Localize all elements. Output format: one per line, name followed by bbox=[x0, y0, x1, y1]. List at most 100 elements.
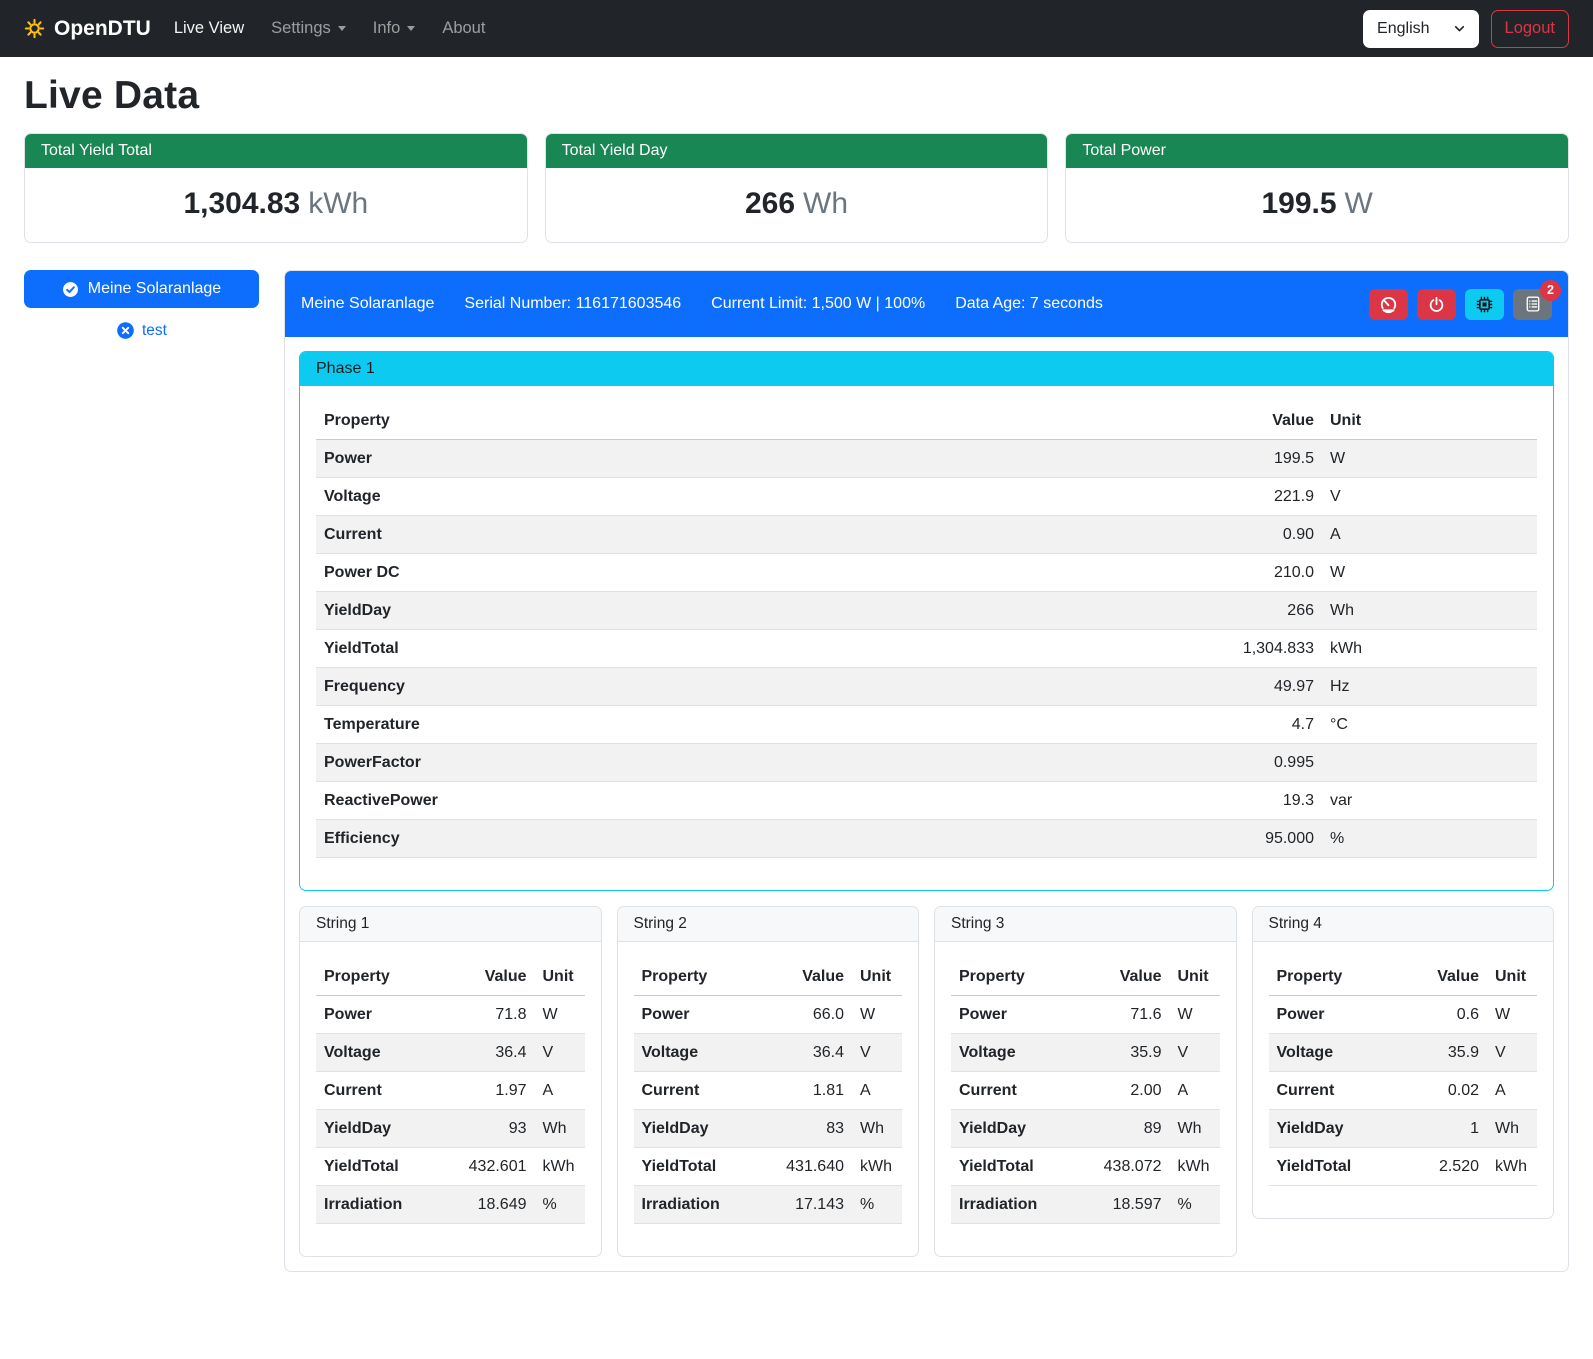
value-cell: 2.00 bbox=[1082, 1072, 1170, 1110]
property-cell: Power bbox=[634, 996, 765, 1034]
table-row: Power0.6W bbox=[1269, 996, 1538, 1034]
table-row: YieldTotal2.520kWh bbox=[1269, 1148, 1538, 1186]
column-value: Value bbox=[764, 958, 852, 996]
table-row: Temperature4.7°C bbox=[316, 706, 1537, 744]
table-header-row: Property Value Unit bbox=[634, 958, 903, 996]
navbar-right: English Logout bbox=[1363, 10, 1569, 48]
property-cell: Irradiation bbox=[316, 1186, 447, 1224]
string-2-table: Property Value Unit Power66.0W Voltage36… bbox=[634, 958, 903, 1224]
property-cell: YieldTotal bbox=[1269, 1148, 1400, 1186]
unit-cell: kWh bbox=[1487, 1148, 1537, 1186]
nav-item-about[interactable]: About bbox=[442, 19, 485, 38]
property-cell: Voltage bbox=[1269, 1034, 1400, 1072]
event-count-badge: 2 bbox=[1540, 280, 1561, 301]
card-value: 266Wh bbox=[546, 168, 1048, 242]
value-cell: 89 bbox=[1082, 1110, 1170, 1148]
value-number: 266 bbox=[745, 187, 795, 220]
property-cell: Power bbox=[951, 996, 1082, 1034]
unit-cell: A bbox=[1322, 516, 1537, 554]
value-cell: 4.7 bbox=[1202, 706, 1322, 744]
property-cell: Current bbox=[316, 516, 1202, 554]
property-cell: YieldDay bbox=[316, 1110, 447, 1148]
inverter-card: Meine Solaranlage Serial Number: 1161716… bbox=[284, 270, 1569, 1272]
value-cell: 210.0 bbox=[1202, 554, 1322, 592]
value-cell: 1.81 bbox=[764, 1072, 852, 1110]
value-cell: 2.520 bbox=[1399, 1148, 1487, 1186]
string-title: String 2 bbox=[618, 907, 919, 942]
value-cell: 431.640 bbox=[764, 1148, 852, 1186]
table-row: Current1.81A bbox=[634, 1072, 903, 1110]
table-row: YieldDay93Wh bbox=[316, 1110, 585, 1148]
unit-cell: V bbox=[1487, 1034, 1537, 1072]
check-circle-icon bbox=[62, 281, 79, 298]
power-button[interactable] bbox=[1417, 289, 1456, 320]
value-cell: 438.072 bbox=[1082, 1148, 1170, 1186]
column-unit: Unit bbox=[852, 958, 902, 996]
navbar: OpenDTU Live View Settings Info About En… bbox=[0, 0, 1593, 57]
table-row: Efficiency95.000% bbox=[316, 820, 1537, 858]
language-select[interactable]: English bbox=[1363, 10, 1478, 48]
nav-item-live-view[interactable]: Live View bbox=[174, 19, 244, 38]
property-cell: ReactivePower bbox=[316, 782, 1202, 820]
limit-settings-button[interactable] bbox=[1369, 289, 1408, 320]
value-cell: 0.90 bbox=[1202, 516, 1322, 554]
unit-cell: W bbox=[1170, 996, 1220, 1034]
unit-cell: V bbox=[535, 1034, 585, 1072]
column-property: Property bbox=[634, 958, 765, 996]
value-cell: 95.000 bbox=[1202, 820, 1322, 858]
event-log-button[interactable]: 2 bbox=[1513, 289, 1552, 320]
property-cell: Frequency bbox=[316, 668, 1202, 706]
card-value: 199.5W bbox=[1066, 168, 1568, 242]
inverter-test-link[interactable]: test bbox=[142, 322, 167, 340]
table-row: Current2.00A bbox=[951, 1072, 1220, 1110]
unit-cell: Wh bbox=[1322, 592, 1537, 630]
string-card-3: String 3 Property Value Unit bbox=[934, 906, 1237, 1257]
value-cell: 83 bbox=[764, 1110, 852, 1148]
logout-button[interactable]: Logout bbox=[1491, 10, 1569, 48]
value-cell: 1.97 bbox=[447, 1072, 535, 1110]
unit-cell: A bbox=[852, 1072, 902, 1110]
property-cell: PowerFactor bbox=[316, 744, 1202, 782]
column-value: Value bbox=[447, 958, 535, 996]
value-cell: 19.3 bbox=[1202, 782, 1322, 820]
unit-cell: °C bbox=[1322, 706, 1537, 744]
column-property: Property bbox=[1269, 958, 1400, 996]
value-cell: 199.5 bbox=[1202, 440, 1322, 478]
value-cell: 221.9 bbox=[1202, 478, 1322, 516]
table-row: Irradiation18.597% bbox=[951, 1186, 1220, 1224]
property-cell: Temperature bbox=[316, 706, 1202, 744]
brand[interactable]: OpenDTU bbox=[24, 17, 151, 41]
table-row: Power66.0W bbox=[634, 996, 903, 1034]
inverter-select-button[interactable]: Meine Solaranlage bbox=[24, 270, 259, 308]
unit-cell: V bbox=[1322, 478, 1537, 516]
caret-down-icon bbox=[407, 26, 415, 31]
inverter-actions: 2 bbox=[1369, 289, 1552, 320]
card-title: Total Yield Total bbox=[25, 134, 527, 168]
string-4-table: Property Value Unit Power0.6W Voltage35.… bbox=[1269, 958, 1538, 1186]
inverter-sidebar: Meine Solaranlage test bbox=[24, 270, 259, 340]
nav-item-info[interactable]: Info bbox=[373, 19, 416, 38]
nav-links: Live View Settings Info About bbox=[174, 19, 486, 38]
device-info-button[interactable] bbox=[1465, 289, 1504, 320]
property-cell: Power bbox=[316, 996, 447, 1034]
unit-cell: kWh bbox=[1322, 630, 1537, 668]
inverter-item-test[interactable]: test bbox=[24, 321, 259, 340]
table-row: Current0.02A bbox=[1269, 1072, 1538, 1110]
value-cell: 35.9 bbox=[1399, 1034, 1487, 1072]
property-cell: YieldTotal bbox=[316, 1148, 447, 1186]
unit-cell: V bbox=[852, 1034, 902, 1072]
value-unit: Wh bbox=[803, 187, 848, 220]
property-cell: Voltage bbox=[951, 1034, 1082, 1072]
property-cell: Power bbox=[1269, 996, 1400, 1034]
table-row: Current0.90A bbox=[316, 516, 1537, 554]
cpu-icon bbox=[1475, 295, 1494, 314]
value-unit: W bbox=[1345, 187, 1373, 220]
property-cell: YieldTotal bbox=[634, 1148, 765, 1186]
column-unit: Unit bbox=[1322, 402, 1537, 440]
property-cell: Efficiency bbox=[316, 820, 1202, 858]
nav-item-settings[interactable]: Settings bbox=[271, 19, 346, 38]
column-property: Property bbox=[951, 958, 1082, 996]
card-value: 1,304.83kWh bbox=[25, 168, 527, 242]
value-cell: 0.6 bbox=[1399, 996, 1487, 1034]
property-cell: YieldDay bbox=[316, 592, 1202, 630]
